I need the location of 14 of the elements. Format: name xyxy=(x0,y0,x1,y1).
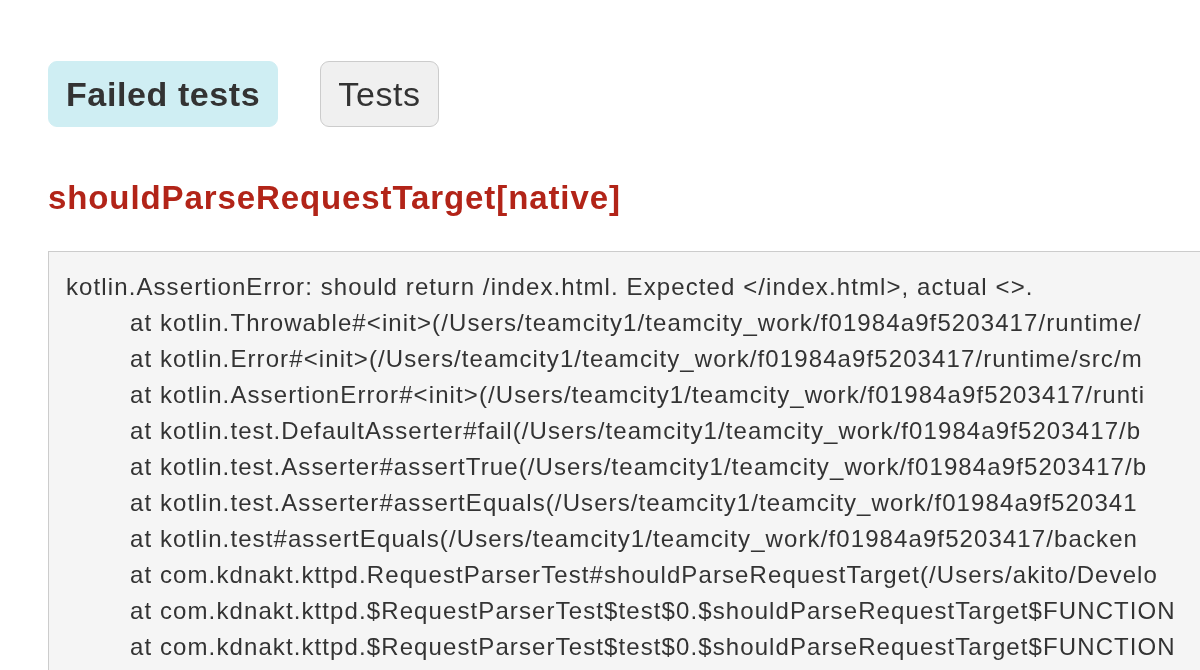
stack-frame-line: at kotlin.test.Asserter#assertEquals(/Users/teamcity1/teamcity_work/f01984a9f520341 xyxy=(130,488,1138,518)
stack-frame-line: at kotlin.Throwable#<init>(/Users/teamcity1/teamcity_work/f01984a9f5203417/runtime/ xyxy=(130,308,1142,338)
stack-frame-line: at kotlin.AssertionError#<init>(/Users/teamcity1/teamcity_work/f01984a9f5203417/runti xyxy=(130,380,1146,410)
tab[interactable]: Failed tests xyxy=(48,61,279,127)
stack-frame-line: at kotlin.Error#<init>(/Users/teamcity1/teamcity_work/f01984a9f5203417/runtime/src/m xyxy=(130,344,1143,374)
stack-frame-line: at kotlin.test.Asserter#assertTrue(/Users/teamcity1/teamcity_work/f01984a9f5203417/b xyxy=(130,452,1148,482)
test-name-heading: shouldParseRequestTarget[native] xyxy=(48,178,621,218)
stack-frame-line: at com.kdnakt.kttpd.$RequestParserTest$test$0.$shouldParseRequestTarget$FUNCTION xyxy=(130,596,1176,626)
error-message: kotlin.AssertionError: should return /index.html. Expected </index.html>, actual <>. xyxy=(66,272,1034,302)
stack-frame-line: at kotlin.test#assertEquals(/Users/teamcity1/teamcity_work/f01984a9f5203417/backen xyxy=(130,524,1139,554)
stack-frame-line: at com.kdnakt.kttpd.$RequestParserTest$test$0.$shouldParseRequestTarget$FUNCTION xyxy=(130,632,1176,662)
tab[interactable]: Tests xyxy=(320,61,439,127)
stack-frame-line: at com.kdnakt.kttpd.RequestParserTest#shouldParseRequestTarget(/Users/akito/Develo xyxy=(130,560,1158,590)
stack-frame-line: at kotlin.test.DefaultAsserter#fail(/Users/teamcity1/teamcity_work/f01984a9f5203417/b xyxy=(130,416,1142,446)
